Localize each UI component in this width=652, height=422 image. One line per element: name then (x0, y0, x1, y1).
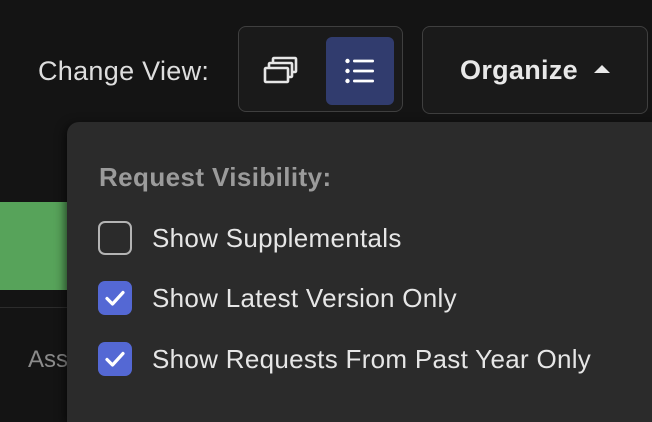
list-view-button[interactable] (326, 37, 394, 105)
show-past-year-checkbox[interactable] (98, 342, 132, 376)
change-view-label: Change View: (38, 56, 210, 86)
option-label: Show Latest Version Only (152, 282, 457, 313)
column-header-partial: Ass (28, 346, 69, 373)
request-visibility-heading: Request Visibility: (99, 162, 332, 192)
option-label: Show Requests From Past Year Only (152, 343, 592, 374)
cards-stack-icon (263, 56, 298, 84)
organize-button[interactable]: Organize (422, 26, 648, 114)
checkmark-icon (105, 290, 125, 306)
organize-menu: Request Visibility: Show Supplementals S… (67, 122, 652, 422)
organize-label: Organize (460, 54, 578, 85)
list-icon (345, 58, 374, 84)
show-latest-version-checkbox[interactable] (98, 281, 132, 315)
show-supplementals-checkbox[interactable] (98, 221, 132, 255)
checkmark-icon (105, 351, 125, 367)
status-bar-green (0, 202, 68, 290)
card-view-button[interactable] (247, 37, 315, 105)
view-mode-toggle (238, 26, 403, 112)
caret-up-icon (593, 65, 610, 73)
show-supplementals-option[interactable]: Show Supplementals (98, 220, 402, 256)
show-past-year-option[interactable]: Show Requests From Past Year Only (98, 341, 591, 377)
option-label: Show Supplementals (152, 222, 402, 253)
row-divider (0, 307, 68, 308)
show-latest-version-option[interactable]: Show Latest Version Only (98, 280, 457, 316)
